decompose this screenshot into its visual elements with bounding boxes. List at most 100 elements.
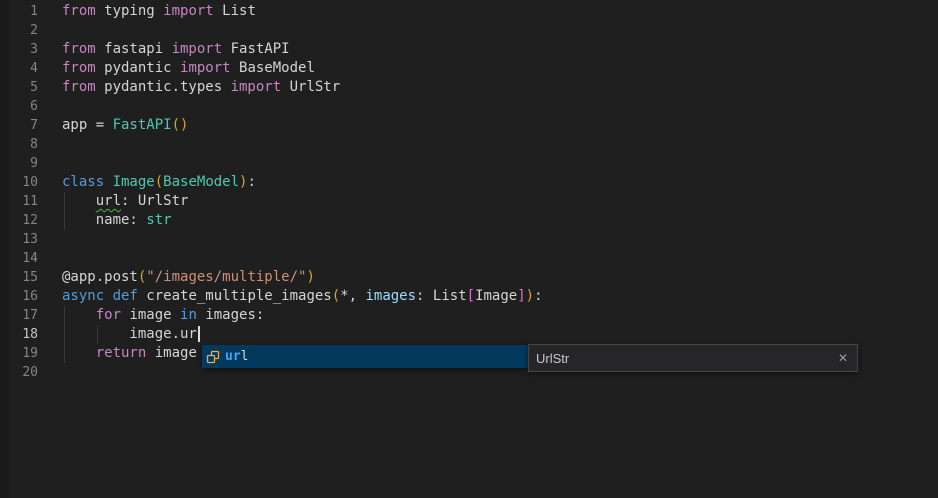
code-line-3[interactable]: 3 from fastapi import FastAPI [0, 40, 938, 59]
line-number[interactable]: 7 [0, 116, 38, 135]
code-token: *, [340, 288, 365, 304]
code-token: FastAPI [113, 117, 172, 133]
line-content: from fastapi import FastAPI [62, 40, 290, 59]
code-line-5[interactable]: 5 from pydantic.types import UrlStr [0, 78, 938, 97]
code-token: for [96, 307, 121, 323]
line-number[interactable]: 12 [0, 211, 38, 230]
code-line-2[interactable]: 2 [0, 21, 938, 40]
code-line-10[interactable]: 10 class Image(BaseModel): [0, 173, 938, 192]
code-token: in [180, 307, 197, 323]
line-number[interactable]: 15 [0, 268, 38, 287]
line-number[interactable]: 14 [0, 249, 38, 268]
line-content: app = FastAPI() [62, 116, 188, 135]
line-number[interactable]: 18 [0, 325, 38, 344]
line-content: from pydantic import BaseModel [62, 59, 315, 78]
code-token: : [247, 174, 255, 190]
line-content: class Image(BaseModel): [62, 173, 256, 192]
close-icon[interactable]: ✕ [829, 351, 857, 365]
code-line-1[interactable]: 1 from typing import List [0, 2, 938, 21]
line-number[interactable]: 17 [0, 306, 38, 325]
code-editor: 1 from typing import List 23 from fastapi i… [0, 0, 938, 498]
code-token: BaseModel [163, 174, 239, 190]
code-token [62, 345, 96, 361]
code-token: from [62, 79, 96, 95]
code-token: typing [96, 3, 163, 19]
line-content: from pydantic.types import UrlStr [62, 78, 340, 97]
code-token: create_multiple_images [146, 288, 331, 304]
code-line-15[interactable]: 15@app.post("/images/multiple/") [0, 268, 938, 287]
line-number[interactable]: 4 [0, 59, 38, 78]
line-number[interactable]: 16 [0, 287, 38, 306]
code-line-18[interactable]: 18 image.ur [0, 325, 938, 344]
code-token: return [96, 345, 147, 361]
line-number[interactable]: 6 [0, 97, 38, 116]
code-token: str [146, 212, 171, 228]
code-line-4[interactable]: 4 from pydantic import BaseModel [0, 59, 938, 78]
code-token: class [62, 174, 113, 190]
code-token: image [121, 307, 180, 323]
line-number[interactable]: 5 [0, 78, 38, 97]
code-line-11[interactable]: 11 url: UrlStr [0, 192, 938, 211]
line-number[interactable]: 1 [0, 2, 38, 21]
code-line-14[interactable]: 14 [0, 249, 938, 268]
code-token: BaseModel [231, 60, 315, 76]
line-content: name: str [62, 211, 172, 230]
line-content: async def create_multiple_images(*, imag… [62, 287, 543, 306]
code-token: fastapi [96, 41, 172, 57]
line-content: from typing import List [62, 2, 256, 21]
line-number[interactable]: 10 [0, 173, 38, 192]
code-line-7[interactable]: 7 app = FastAPI() [0, 116, 938, 135]
line-number[interactable]: 3 [0, 40, 38, 59]
code-token: app = [62, 117, 113, 133]
code-token: image [146, 345, 197, 361]
code-token: [ [467, 288, 475, 304]
code-token: from [62, 3, 96, 19]
line-number[interactable]: 11 [0, 192, 38, 211]
indent-guide [97, 325, 98, 344]
code-token: import [163, 3, 214, 19]
code-token: images: [197, 307, 264, 323]
line-number[interactable]: 19 [0, 344, 38, 363]
code-token: FastAPI [222, 41, 289, 57]
code-token: ( [332, 288, 340, 304]
code-token: import [231, 79, 282, 95]
line-content: image.ur [62, 325, 200, 344]
code-token: import [180, 60, 231, 76]
line-number[interactable]: 2 [0, 21, 38, 40]
code-line-17[interactable]: 17 for image in images: [0, 306, 938, 325]
code-token: UrlStr [281, 79, 340, 95]
code-token: ) [526, 288, 534, 304]
code-token: ) [306, 269, 314, 285]
code-token: from [62, 41, 96, 57]
code-line-8[interactable]: 8 [0, 135, 938, 154]
line-number[interactable]: 13 [0, 230, 38, 249]
indent-guide [64, 306, 65, 363]
code-token: Image [113, 174, 155, 190]
code-token: () [172, 117, 189, 133]
code-line-6[interactable]: 6 [0, 97, 938, 116]
indent-guide [64, 192, 65, 230]
line-number[interactable]: 20 [0, 363, 38, 382]
code-line-13[interactable]: 13 [0, 230, 938, 249]
code-token [62, 193, 96, 209]
code-token: ] [517, 288, 525, 304]
suggestion-detail-title: UrlStr [529, 351, 829, 366]
line-content: url: UrlStr [62, 192, 188, 211]
code-token: ( [155, 174, 163, 190]
suggestion-item-url[interactable]: url [202, 345, 528, 368]
code-token: : List [416, 288, 467, 304]
code-token: : [534, 288, 542, 304]
code-line-16[interactable]: 16 async def create_multiple_images(*, im… [0, 287, 938, 306]
line-content: return image [62, 344, 197, 363]
line-number[interactable]: 8 [0, 135, 38, 154]
token-with-warning-squiggle: url [96, 193, 121, 209]
code-token: @app.post [62, 269, 138, 285]
code-token: from [62, 60, 96, 76]
suggestion-label: url [225, 345, 248, 368]
code-line-9[interactable]: 9 [0, 154, 938, 173]
line-number[interactable]: 9 [0, 154, 38, 173]
code-line-12[interactable]: 12 name: str [0, 211, 938, 230]
code-token: List [214, 3, 256, 19]
line-content: for image in images: [62, 306, 264, 325]
code-token: async def [62, 288, 146, 304]
